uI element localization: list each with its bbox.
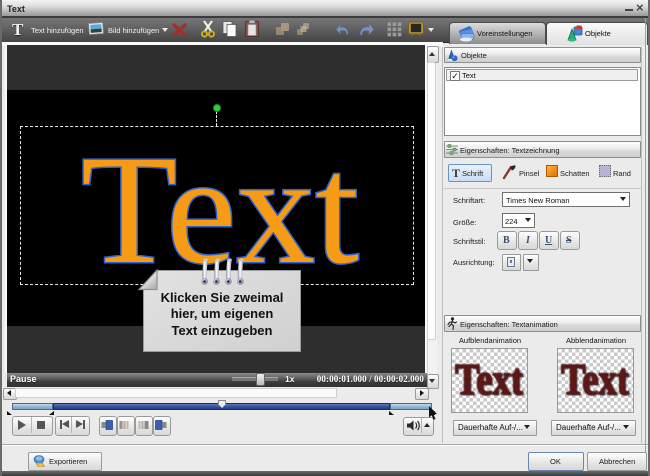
- svg-text:Text: Text: [455, 355, 523, 404]
- svg-text:Text: Text: [561, 355, 629, 404]
